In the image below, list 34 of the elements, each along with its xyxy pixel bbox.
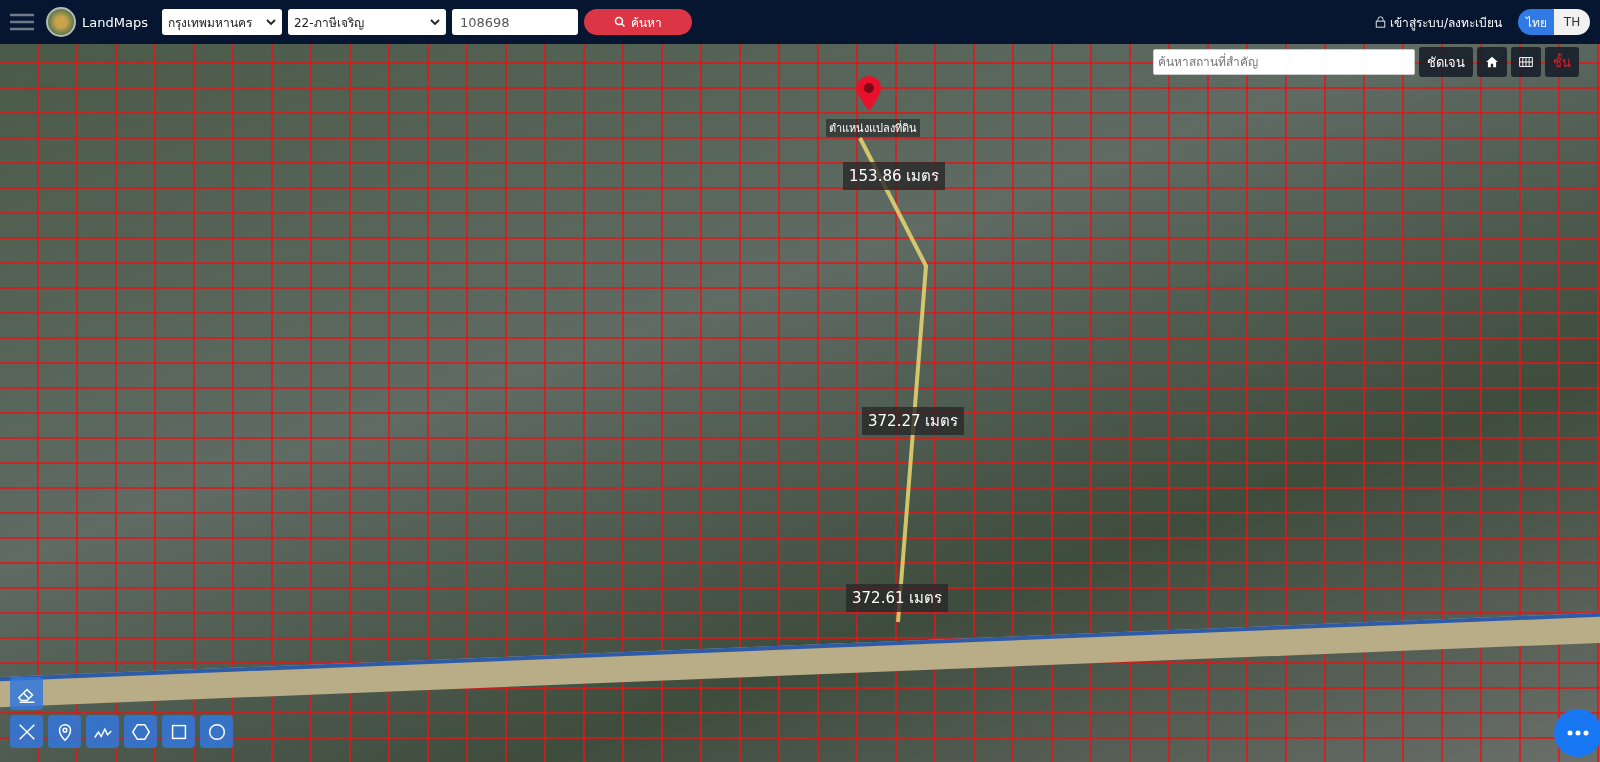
chat-button[interactable] [1554,709,1600,757]
search-button[interactable]: ค้นหา [583,9,692,35]
distance-label: 372.27 เมตร [862,407,965,435]
location-pin-icon [856,76,882,112]
logo-text: LandMaps [82,14,148,30]
satellite-map-placeholder[interactable]: ตำแหน่งแปลงที่ดิน 153.86 เมตร 372.27 เมตร 372.61 เมตร ค้นหาสถานที่สำคัญ ชัดเจน ชั้น [0,44,1600,762]
login-link[interactable]: เข้าสู่ระบบ/ลงทะเบียน [1374,12,1502,32]
parcel-number-field[interactable]: 108698 [451,9,578,35]
drawing-tool-button[interactable] [200,715,233,748]
chevron-icon [265,18,276,26]
grid-icon [1519,54,1533,70]
logo-emblem [46,7,76,37]
more-icon [1567,730,1589,736]
language-tab[interactable]: ไทย [1518,9,1554,35]
chevron-icon [429,18,440,26]
drawing-tool-button[interactable] [48,715,81,748]
distance-label: 153.86 เมตร [843,162,946,190]
drawing-tool-button[interactable] [10,677,43,710]
language-tab[interactable]: TH [1554,9,1590,35]
distance-label: 372.61 เมตร [846,584,949,612]
home-button[interactable] [1477,47,1507,77]
search-icon [613,16,626,28]
drawing-tool-button[interactable] [86,715,119,748]
grid-button[interactable] [1511,47,1541,77]
clear-button[interactable]: ชัดเจน [1419,47,1473,77]
district-select[interactable]: 22-ภาษีเจริญ [287,9,446,35]
menu-icon[interactable] [10,13,34,31]
lock-icon [1374,16,1386,28]
province-select[interactable]: กรุงเทพมหานคร [161,9,282,35]
place-search-field[interactable]: ค้นหาสถานที่สำคัญ [1153,49,1415,75]
marker-label: ตำแหน่งแปลงที่ดิน [826,119,920,137]
drawing-tool-button[interactable] [162,715,195,748]
drawing-tool-button[interactable] [10,715,43,748]
drawing-tool-button[interactable] [124,715,157,748]
